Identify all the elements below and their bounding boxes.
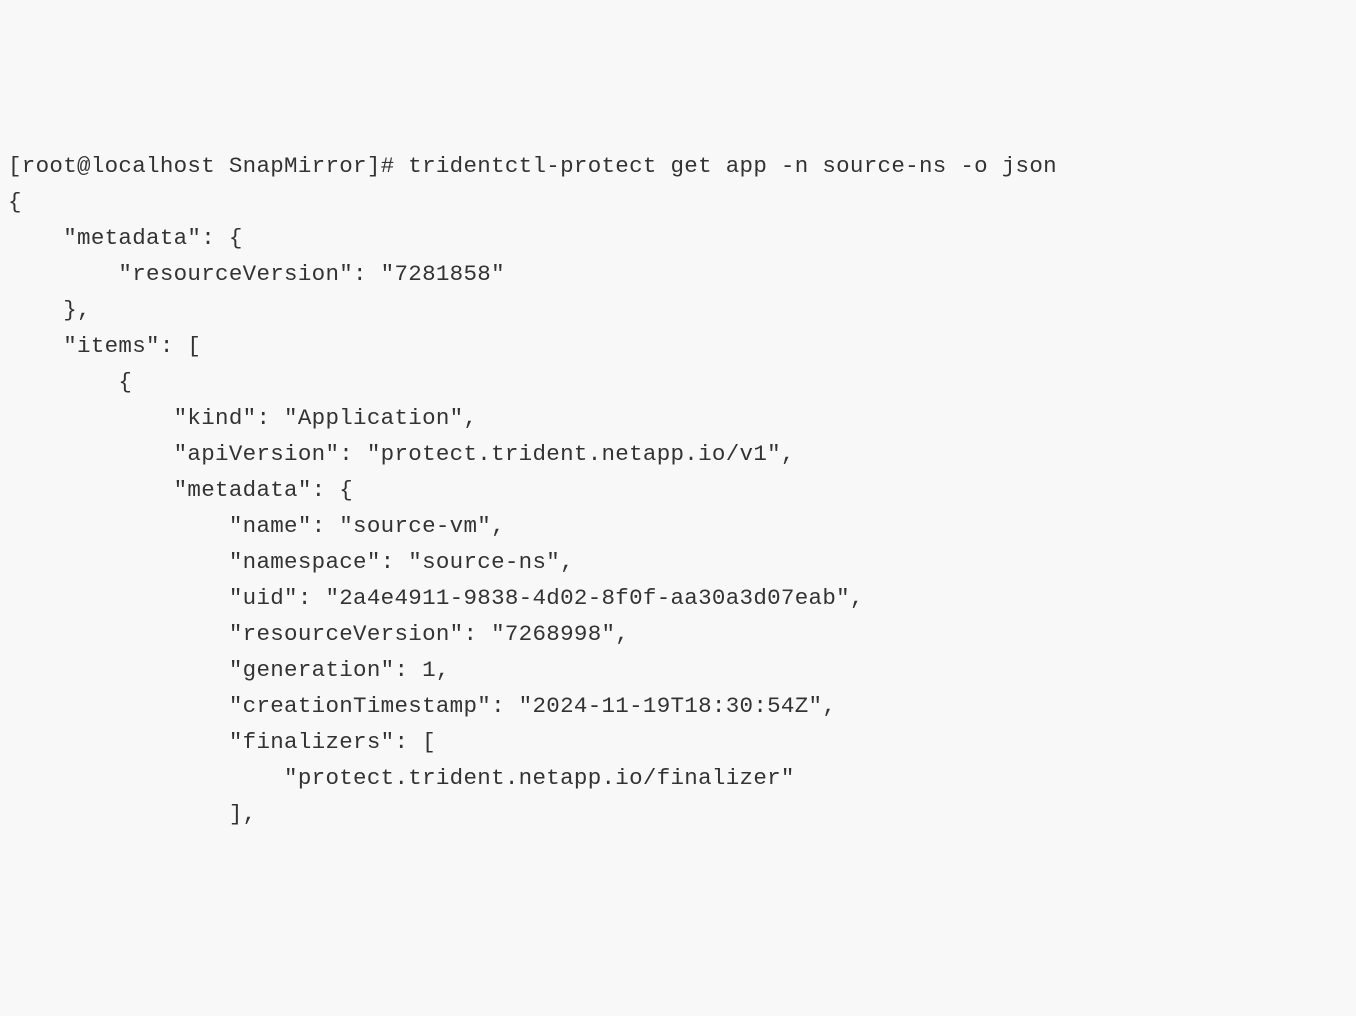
json-line: }, [8, 297, 91, 323]
json-line: { [8, 369, 132, 395]
json-line: "creationTimestamp": "2024-11-19T18:30:5… [8, 693, 836, 719]
json-line: "finalizers": [ [8, 729, 436, 755]
json-line: ], [8, 801, 256, 827]
json-line: "apiVersion": "protect.trident.netapp.io… [8, 441, 795, 467]
json-line: "generation": 1, [8, 657, 450, 683]
json-line: "kind": "Application", [8, 405, 477, 431]
shell-prompt: [root@localhost SnapMirror]# [8, 153, 408, 179]
json-line: "metadata": { [8, 477, 353, 503]
command-text: tridentctl-protect get app -n source-ns … [408, 153, 1057, 179]
json-line: "namespace": "source-ns", [8, 549, 574, 575]
json-line: "resourceVersion": "7268998", [8, 621, 629, 647]
json-line: "protect.trident.netapp.io/finalizer" [8, 765, 795, 791]
terminal-output: [root@localhost SnapMirror]# tridentctl-… [8, 148, 1348, 832]
json-line: "metadata": { [8, 225, 243, 251]
json-line: { [8, 189, 22, 215]
json-line: "resourceVersion": "7281858" [8, 261, 505, 287]
json-line: "items": [ [8, 333, 201, 359]
json-line: "name": "source-vm", [8, 513, 505, 539]
json-line: "uid": "2a4e4911-9838-4d02-8f0f-aa30a3d0… [8, 585, 864, 611]
